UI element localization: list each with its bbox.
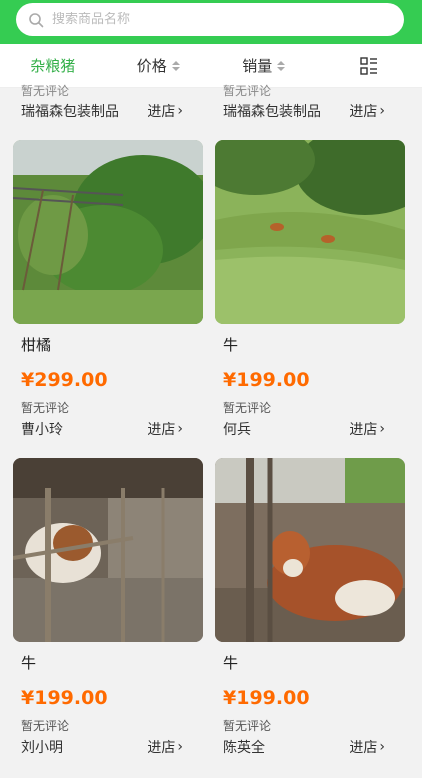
enter-shop-label: 进店: [349, 422, 378, 438]
seller-name: 曹小玲: [21, 422, 63, 438]
review-text: 暂无评论: [21, 401, 70, 415]
chevron-right-icon: ›: [379, 103, 385, 119]
filter-sales[interactable]: 销量: [211, 55, 317, 76]
card-footer: 陈英全 进店 ›: [215, 737, 405, 757]
review-text: 暂无评论: [223, 84, 272, 98]
enter-shop-label: 进店: [147, 740, 176, 756]
search-input[interactable]: [52, 12, 372, 27]
sort-icon: [171, 60, 180, 71]
enter-shop-link[interactable]: 进店 ›: [147, 737, 183, 757]
product-title: 牛: [223, 336, 239, 354]
list-layout-icon: [360, 56, 378, 75]
review-text: 暂无评论: [223, 719, 272, 733]
chevron-right-icon: ›: [177, 739, 183, 755]
product-title: 牛: [223, 654, 239, 672]
review-text: 暂无评论: [21, 719, 70, 733]
enter-shop-label: 进店: [147, 422, 176, 438]
seller-name: 刘小明: [21, 740, 63, 756]
filter-category[interactable]: 杂粮猪: [0, 55, 106, 76]
review-text: 暂无评论: [223, 401, 272, 415]
review-text: 暂无评论: [21, 84, 70, 98]
enter-shop-link[interactable]: 进店 ›: [147, 101, 183, 121]
search-icon: [29, 12, 44, 27]
filter-sales-label: 销量: [242, 57, 273, 75]
product-image[interactable]: [215, 458, 405, 642]
product-price: ¥199.00: [223, 369, 310, 391]
layout-toggle-button[interactable]: [317, 56, 422, 75]
product-image[interactable]: [215, 140, 405, 324]
enter-shop-label: 进店: [349, 740, 378, 756]
product-price: ¥299.00: [21, 369, 108, 391]
product-card[interactable]: 牛 ¥199.00 暂无评论 刘小明 进店 ›: [13, 458, 203, 757]
filter-price-label: 价格: [136, 57, 167, 75]
chevron-right-icon: ›: [379, 421, 385, 437]
product-price: ¥199.00: [21, 687, 108, 709]
search-box[interactable]: [16, 3, 404, 36]
search-bar: [0, 0, 422, 44]
chevron-right-icon: ›: [177, 421, 183, 437]
chevron-right-icon: ›: [379, 739, 385, 755]
product-card[interactable]: 柑橘 ¥299.00 暂无评论 曹小玲 进店 ›: [13, 140, 203, 439]
product-card[interactable]: 牛 ¥199.00 暂无评论 陈英全 进店 ›: [215, 458, 405, 757]
sort-icon: [277, 60, 286, 71]
card-footer: 刘小明 进店 ›: [13, 737, 203, 757]
seller-name: 陈英全: [223, 740, 265, 756]
product-card[interactable]: 牛 ¥199.00 暂无评论 何兵 进店 ›: [215, 140, 405, 439]
chevron-right-icon: ›: [177, 103, 183, 119]
filter-price[interactable]: 价格: [106, 55, 212, 76]
product-image[interactable]: [13, 140, 203, 324]
enter-shop-link[interactable]: 进店 ›: [349, 419, 385, 439]
product-card-partial[interactable]: 暂无评论 瑞福森包装制品 进店 ›: [13, 82, 203, 132]
card-footer: 曹小玲 进店 ›: [13, 419, 203, 439]
card-footer: 瑞福森包装制品 进店 ›: [215, 101, 405, 121]
product-price: ¥199.00: [223, 687, 310, 709]
card-footer: 何兵 进店 ›: [215, 419, 405, 439]
product-title: 柑橘: [21, 336, 52, 354]
enter-shop-link[interactable]: 进店 ›: [349, 101, 385, 121]
seller-name: 瑞福森包装制品: [21, 104, 119, 120]
enter-shop-label: 进店: [147, 104, 176, 120]
seller-name: 瑞福森包装制品: [223, 104, 321, 120]
enter-shop-link[interactable]: 进店 ›: [349, 737, 385, 757]
enter-shop-link[interactable]: 进店 ›: [147, 419, 183, 439]
filter-category-label: 杂粮猪: [30, 57, 76, 75]
product-card-partial[interactable]: 暂无评论 瑞福森包装制品 进店 ›: [215, 82, 405, 132]
card-footer: 瑞福森包装制品 进店 ›: [13, 101, 203, 121]
product-title: 牛: [21, 654, 37, 672]
product-image[interactable]: [13, 458, 203, 642]
seller-name: 何兵: [223, 422, 251, 438]
enter-shop-label: 进店: [349, 104, 378, 120]
